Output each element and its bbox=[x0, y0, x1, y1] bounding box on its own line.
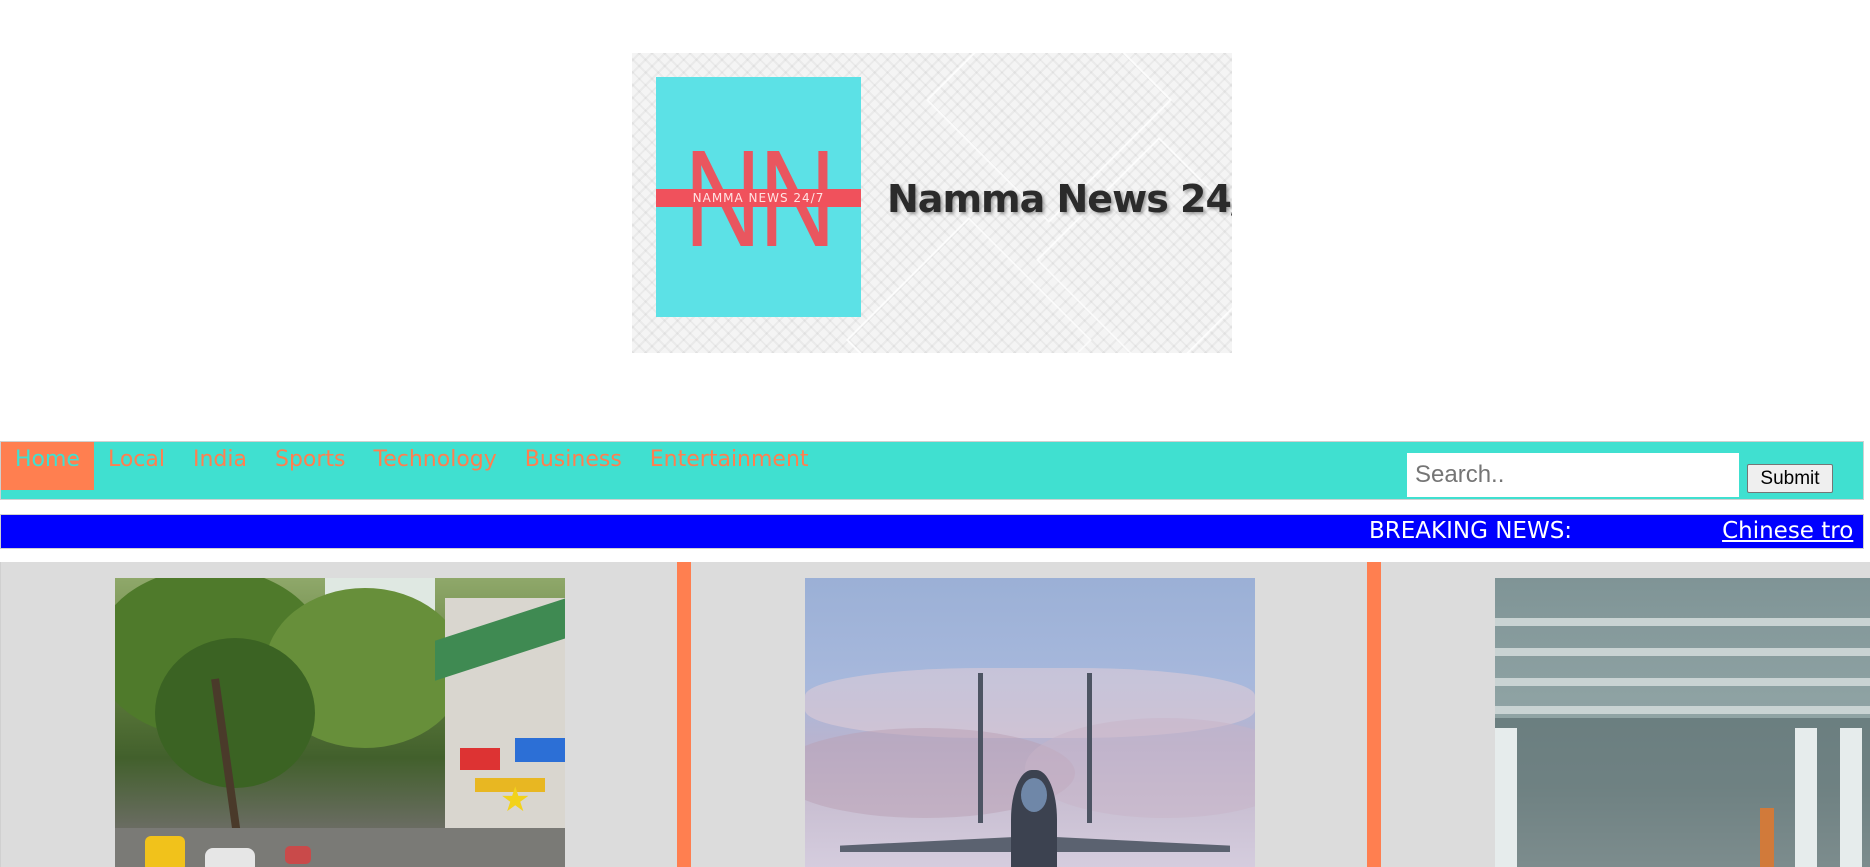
photo-detail bbox=[205, 848, 255, 867]
nav-item-entertainment[interactable]: Entertainment bbox=[636, 442, 823, 490]
photo-detail bbox=[1021, 778, 1047, 812]
photo-detail bbox=[155, 638, 315, 788]
photo-detail bbox=[460, 748, 500, 770]
search-input[interactable] bbox=[1407, 453, 1739, 497]
photo-detail bbox=[1087, 673, 1092, 823]
photo-detail bbox=[1495, 618, 1870, 626]
photo-detail bbox=[1795, 728, 1817, 867]
photo-detail bbox=[145, 836, 185, 867]
logo-pattern bbox=[845, 216, 1093, 353]
breaking-news-headline-link[interactable]: Chinese tro bbox=[1722, 518, 1853, 544]
nav-item-sports[interactable]: Sports bbox=[261, 442, 360, 490]
news-card[interactable]: ★ bbox=[1, 562, 677, 867]
star-decoration-icon: ★ bbox=[500, 780, 531, 820]
news-cards-row: ★ bbox=[0, 562, 1870, 867]
logo-mark: NN NAMMA NEWS 24/7 bbox=[656, 77, 861, 317]
photo-detail bbox=[1495, 728, 1517, 867]
site-title: Namma News 24/7 bbox=[887, 177, 1232, 221]
site-header: NN NAMMA NEWS 24/7 Namma News 24/7 bbox=[0, 0, 1870, 441]
logo-mark-strip: NAMMA NEWS 24/7 bbox=[656, 189, 861, 207]
nav-links: Home Local India Sports Technology Busin… bbox=[1, 442, 823, 490]
photo-detail bbox=[978, 673, 983, 823]
nav-item-india[interactable]: India bbox=[179, 442, 261, 490]
breaking-news-label: BREAKING NEWS: bbox=[1369, 518, 1573, 544]
news-card[interactable] bbox=[691, 562, 1367, 867]
photo-detail bbox=[1495, 648, 1870, 656]
photo-detail bbox=[515, 738, 565, 762]
photo-detail bbox=[285, 846, 311, 864]
photo-detail bbox=[1760, 808, 1774, 867]
photo-detail bbox=[1495, 678, 1870, 686]
breaking-news-ticker: BREAKING NEWS: Chinese tro bbox=[0, 514, 1864, 549]
nav-item-technology[interactable]: Technology bbox=[360, 442, 511, 490]
photo-detail bbox=[1840, 728, 1862, 867]
site-logo[interactable]: NN NAMMA NEWS 24/7 Namma News 24/7 bbox=[632, 53, 1232, 353]
ticker-track: BREAKING NEWS: Chinese tro bbox=[1369, 515, 1853, 548]
news-card[interactable] bbox=[1381, 562, 1870, 867]
card-divider bbox=[677, 562, 691, 867]
news-card-image-building[interactable] bbox=[1495, 578, 1870, 867]
top-nav: Home Local India Sports Technology Busin… bbox=[0, 441, 1864, 500]
nav-item-home[interactable]: Home bbox=[1, 442, 94, 490]
submit-button[interactable]: Submit bbox=[1747, 464, 1833, 493]
card-divider bbox=[1367, 562, 1381, 867]
photo-detail bbox=[1495, 706, 1870, 714]
nav-item-local[interactable]: Local bbox=[94, 442, 179, 490]
nav-item-business[interactable]: Business bbox=[511, 442, 636, 490]
news-card-image-jet[interactable] bbox=[805, 578, 1255, 867]
news-card-image-street[interactable]: ★ bbox=[115, 578, 565, 867]
